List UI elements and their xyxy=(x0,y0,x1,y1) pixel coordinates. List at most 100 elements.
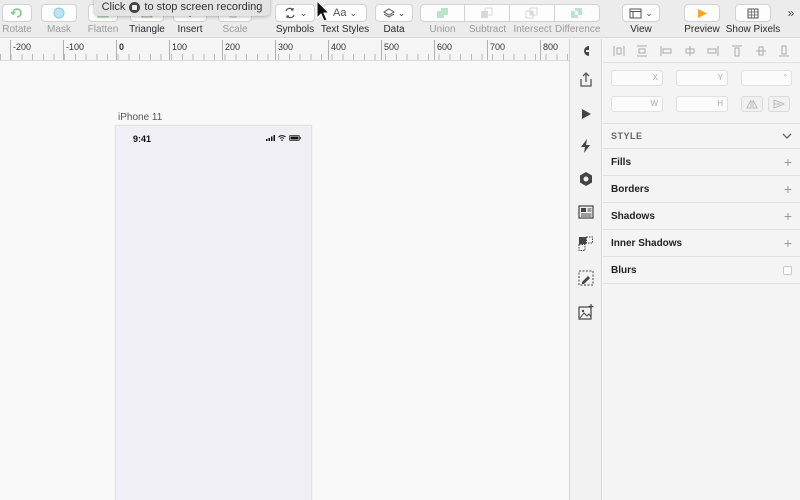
chevron-down-icon: ⌄ xyxy=(645,7,653,18)
hexagon-icon xyxy=(580,172,592,186)
align-right-icon[interactable] xyxy=(707,45,719,57)
symbols-tool[interactable]: ⌄ Symbols xyxy=(274,0,316,38)
component-tab[interactable] xyxy=(570,164,602,194)
rotation-field[interactable]: ° xyxy=(741,70,792,86)
ruler-major-tick xyxy=(222,40,223,60)
mask-tool[interactable]: Mask xyxy=(40,0,78,38)
show-pixels-button[interactable] xyxy=(735,4,771,22)
mask-button[interactable] xyxy=(41,4,77,22)
export-tab[interactable] xyxy=(570,65,602,95)
rotate-button[interactable] xyxy=(2,4,32,22)
chevron-down-icon[interactable] xyxy=(782,133,792,139)
selection-icon xyxy=(578,236,593,251)
show-pixels-label: Show Pixels xyxy=(725,24,781,35)
interaction-tab[interactable] xyxy=(570,131,602,161)
data-button[interactable]: ⌄ xyxy=(375,4,413,22)
stop-recording-icon[interactable] xyxy=(129,1,141,13)
add-fill-plus-icon[interactable]: + xyxy=(784,155,792,169)
flatten-label: Flatten xyxy=(87,24,119,35)
show-pixels-tool[interactable]: Show Pixels xyxy=(726,0,780,38)
triangle-label: Triangle xyxy=(129,24,165,35)
ruler-major-tick xyxy=(10,40,11,60)
artboard-iphone[interactable]: 9:41 xyxy=(115,125,312,500)
union-icon xyxy=(436,8,448,18)
flip-horizontal-icon xyxy=(746,99,758,109)
subtract-button[interactable] xyxy=(465,4,510,22)
ruler-ticks xyxy=(0,54,569,60)
mask-icon xyxy=(53,7,65,19)
chevron-down-icon: ⌄ xyxy=(397,7,406,18)
intersect-button[interactable] xyxy=(510,4,555,22)
recording-tip-after: to stop screen recording xyxy=(144,1,263,13)
recording-tooltip[interactable]: Click to stop screen recording xyxy=(94,0,270,16)
blurs-section[interactable]: Blurs xyxy=(603,257,800,284)
edit-tab[interactable] xyxy=(570,263,602,293)
image-add-icon xyxy=(578,304,594,320)
ruler-label: 700 xyxy=(490,42,506,52)
flip-horizontal-button[interactable] xyxy=(741,96,763,112)
blur-checkbox[interactable] xyxy=(783,265,792,275)
inner-shadows-label: Inner Shadows xyxy=(611,237,683,249)
preview-tool[interactable]: Preview xyxy=(682,0,722,38)
preview-label: Preview xyxy=(684,24,720,35)
style-section-header[interactable]: STYLE xyxy=(603,123,800,149)
view-button[interactable]: ⌄ xyxy=(622,4,660,22)
ruler-label: 200 xyxy=(225,42,241,52)
ruler-label: 500 xyxy=(384,42,400,52)
align-middle-vertical-icon[interactable] xyxy=(755,45,767,57)
difference-button[interactable] xyxy=(555,4,600,22)
difference-label: Difference xyxy=(555,24,601,35)
y-position-field[interactable]: Y xyxy=(676,70,728,86)
text-styles-label: Text Styles xyxy=(320,24,370,35)
prototype-tab[interactable] xyxy=(570,99,602,129)
overflow-chevron-icon[interactable]: » xyxy=(788,6,795,20)
borders-section[interactable]: Borders + xyxy=(603,176,800,203)
rotate-tool[interactable]: Rotate xyxy=(0,0,34,38)
x-position-field[interactable]: X xyxy=(611,70,663,86)
fills-section[interactable]: Fills + xyxy=(603,149,800,176)
view-icon xyxy=(629,8,642,18)
distribute-vertical-icon[interactable] xyxy=(636,45,648,57)
width-field[interactable]: W xyxy=(611,96,663,112)
artboard-title[interactable]: iPhone 11 xyxy=(118,112,162,123)
shadows-section[interactable]: Shadows + xyxy=(603,203,800,230)
align-left-icon[interactable] xyxy=(660,45,672,57)
view-tool[interactable]: ⌄ View xyxy=(620,0,662,38)
text-styles-icon: Aa xyxy=(332,7,347,19)
canvas[interactable]: iPhone 11 9:41 xyxy=(0,62,569,500)
union-button[interactable] xyxy=(420,4,465,22)
ruler-major-tick xyxy=(381,40,382,60)
chevron-down-icon: ⌄ xyxy=(349,7,357,18)
flip-vertical-button[interactable] xyxy=(768,96,790,112)
image-tab[interactable] xyxy=(570,297,602,327)
lightning-icon xyxy=(581,139,590,153)
add-inner-shadow-plus-icon[interactable]: + xyxy=(784,236,792,250)
data-tool[interactable]: ⌄ Data xyxy=(374,0,414,38)
height-field[interactable]: H xyxy=(676,96,728,112)
subtract-label: Subtract xyxy=(468,24,507,35)
ruler-label: 400 xyxy=(331,42,347,52)
symbols-button[interactable]: ⌄ xyxy=(275,4,315,22)
layout-tab[interactable] xyxy=(570,197,602,227)
cellular-signal-icon xyxy=(266,135,275,141)
subtract-icon xyxy=(481,7,493,18)
symbols-label: Symbols xyxy=(275,24,315,35)
data-label: Data xyxy=(383,24,405,35)
distribute-horizontal-icon[interactable] xyxy=(613,45,625,57)
align-top-icon[interactable] xyxy=(731,45,743,57)
ruler-label: 300 xyxy=(278,42,294,52)
toolbar: Rotate Mask Flatten Triangle Insert Scal… xyxy=(0,0,800,38)
design-tab[interactable] xyxy=(570,39,602,63)
layout-icon xyxy=(578,205,594,219)
align-bottom-icon[interactable] xyxy=(778,45,790,57)
ruler-major-tick xyxy=(169,40,170,60)
add-shadow-plus-icon[interactable]: + xyxy=(784,209,792,223)
add-border-plus-icon[interactable]: + xyxy=(784,182,792,196)
align-center-horizontal-icon[interactable] xyxy=(684,45,696,57)
inner-shadows-section[interactable]: Inner Shadows + xyxy=(603,230,800,257)
horizontal-ruler[interactable]: -200 -100 0 100 200 300 400 500 600 700 … xyxy=(0,39,569,61)
toolbar-overflow[interactable]: » xyxy=(783,0,799,38)
selection-tab[interactable] xyxy=(570,229,602,259)
boolean-ops-group: Union Subtract Intersect Difference xyxy=(420,0,600,38)
preview-button[interactable] xyxy=(684,4,720,22)
